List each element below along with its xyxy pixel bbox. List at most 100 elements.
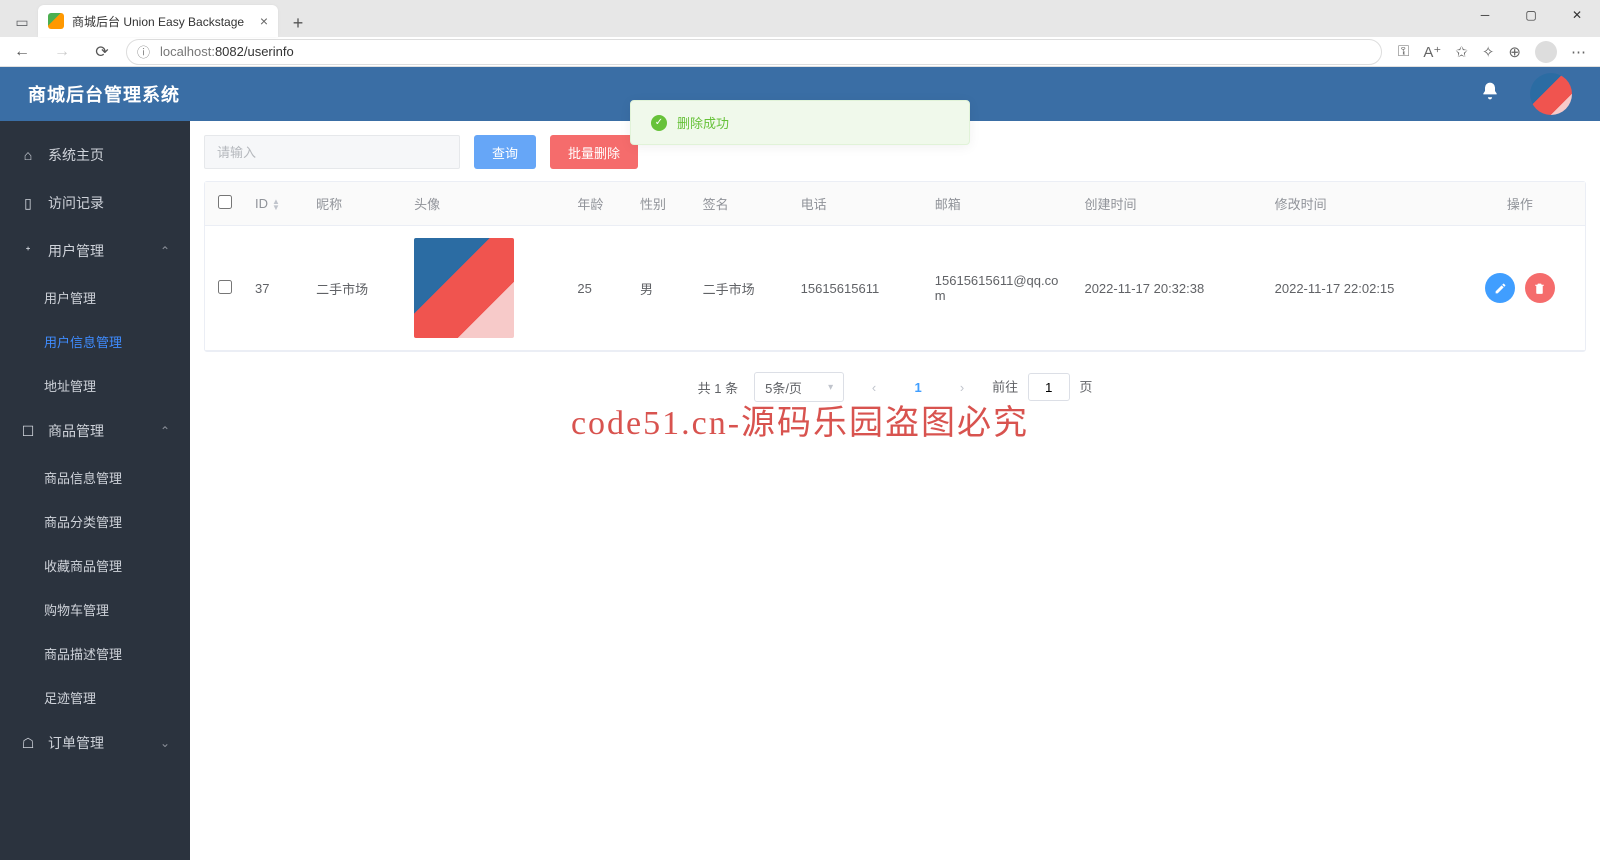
col-created: 创建时间 xyxy=(1074,182,1264,226)
cell-actions xyxy=(1455,226,1585,351)
key-icon[interactable]: ⚿ xyxy=(1398,43,1409,60)
table-header-row: ID▲▼ 昵称 头像 年龄 性别 签名 电话 邮箱 创建时间 修改时间 操作 xyxy=(205,182,1585,226)
bell-icon[interactable] xyxy=(1480,81,1500,107)
favicon-icon xyxy=(48,13,64,29)
col-avatar: 头像 xyxy=(404,182,567,226)
cart-icon: ☖ xyxy=(20,735,36,751)
url-path: /userinfo xyxy=(244,44,294,59)
sidebar-item-label: 订单管理 xyxy=(48,733,148,753)
window-maximize-button[interactable]: ▢ xyxy=(1508,0,1554,30)
cell-nickname: 二手市场 xyxy=(306,226,404,351)
sidebar-subitem-user-manage[interactable]: 用户管理 xyxy=(0,275,190,319)
next-page-button[interactable]: › xyxy=(948,373,976,401)
col-nickname: 昵称 xyxy=(306,182,404,226)
pagination: 共 1 条 5条/页 ▾ ‹ 1 › 前往 页 xyxy=(204,372,1586,402)
page-number-current[interactable]: 1 xyxy=(904,373,932,401)
read-aloud-icon[interactable]: A⁺ xyxy=(1423,43,1441,61)
search-input[interactable] xyxy=(204,135,460,169)
home-icon: ⌂ xyxy=(20,147,36,163)
browser-tab[interactable]: 商城后台 Union Easy Backstage × xyxy=(38,5,278,37)
col-signature: 签名 xyxy=(693,182,791,226)
sidebar-subitem-address[interactable]: 地址管理 xyxy=(0,363,190,407)
jump-input[interactable] xyxy=(1028,373,1070,401)
sidebar-item-users[interactable]: ᕀ 用户管理 ⌃ xyxy=(0,227,190,275)
sidebar-item-home[interactable]: ⌂ 系统主页 xyxy=(0,131,190,179)
sidebar-item-goods[interactable]: ☐ 商品管理 ⌃ xyxy=(0,407,190,455)
box-icon: ☐ xyxy=(20,423,36,439)
close-icon[interactable]: × xyxy=(260,13,268,29)
user-table: ID▲▼ 昵称 头像 年龄 性别 签名 电话 邮箱 创建时间 修改时间 操作 xyxy=(204,181,1586,352)
sidebar-item-visits[interactable]: ▯ 访问记录 xyxy=(0,179,190,227)
address-bar: ← → ⟳ ⓘ localhost:8082/userinfo ⚿ A⁺ ✩ ✧… xyxy=(0,37,1600,67)
col-email: 邮箱 xyxy=(925,182,1075,226)
profile-avatar-icon[interactable] xyxy=(1535,41,1557,63)
refresh-button[interactable]: ⟳ xyxy=(86,42,118,62)
toast-message: 删除成功 xyxy=(677,113,729,132)
sidebar-subitem-user-info[interactable]: 用户信息管理 xyxy=(0,319,190,363)
cell-modified: 2022-11-17 22:02:15 xyxy=(1265,226,1455,351)
book-icon: ▯ xyxy=(20,195,36,211)
pagination-total: 共 1 条 xyxy=(698,378,738,397)
sidebar: ⌂ 系统主页 ▯ 访问记录 ᕀ 用户管理 ⌃ 用户管理 用户信息管理 地址管理 … xyxy=(0,121,190,860)
sidebar-subitem-goods-track[interactable]: 足迹管理 xyxy=(0,675,190,719)
back-button[interactable]: ← xyxy=(6,43,38,61)
sidebar-subitem-goods-desc[interactable]: 商品描述管理 xyxy=(0,631,190,675)
tab-overview-icon[interactable]: ▭ xyxy=(6,7,38,37)
site-info-icon[interactable]: ⓘ xyxy=(137,42,150,61)
cell-signature: 二手市场 xyxy=(693,226,791,351)
avatar-image xyxy=(414,238,514,338)
forward-button: → xyxy=(46,43,78,61)
app-root: 商城后台管理系统 ⌂ 系统主页 ▯ 访问记录 ᕀ 用户管理 ⌃ 用户管理 用户信… xyxy=(0,67,1600,860)
browser-chrome: ▭ 商城后台 Union Easy Backstage × + ─ ▢ ✕ ← … xyxy=(0,0,1600,67)
sort-icon: ▲▼ xyxy=(272,199,280,211)
col-actions: 操作 xyxy=(1455,182,1585,226)
col-modified: 修改时间 xyxy=(1265,182,1455,226)
brand-title: 商城后台管理系统 xyxy=(28,81,180,107)
select-all-checkbox[interactable] xyxy=(218,195,232,209)
sidebar-item-orders[interactable]: ☖ 订单管理 ⌄ xyxy=(0,719,190,767)
url-input[interactable]: ⓘ localhost:8082/userinfo xyxy=(126,39,1382,65)
col-gender: 性别 xyxy=(630,182,693,226)
cell-created: 2022-11-17 20:32:38 xyxy=(1074,226,1264,351)
chevron-up-icon: ⌃ xyxy=(160,244,170,258)
tab-title: 商城后台 Union Easy Backstage xyxy=(72,13,252,30)
new-tab-button[interactable]: + xyxy=(284,9,312,37)
col-age: 年龄 xyxy=(567,182,630,226)
window-close-button[interactable]: ✕ xyxy=(1554,0,1600,30)
collections-icon[interactable]: ⊕ xyxy=(1508,43,1521,61)
success-toast: ✓ 删除成功 xyxy=(630,100,970,145)
select-all-cell xyxy=(205,182,245,226)
favorites-icon[interactable]: ✧ xyxy=(1482,43,1495,61)
sidebar-subitem-goods-info[interactable]: 商品信息管理 xyxy=(0,455,190,499)
window-minimize-button[interactable]: ─ xyxy=(1462,0,1508,30)
star-icon[interactable]: ✩ xyxy=(1455,43,1468,61)
url-host: localhost: xyxy=(160,44,215,59)
cell-email: 15615615611@qq.com xyxy=(925,226,1075,351)
batch-delete-button[interactable]: 批量删除 xyxy=(550,135,638,169)
cell-age: 25 xyxy=(567,226,630,351)
check-icon: ✓ xyxy=(651,115,667,131)
chevron-down-icon: ⌄ xyxy=(160,736,170,750)
prev-page-button[interactable]: ‹ xyxy=(860,373,888,401)
cell-gender: 男 xyxy=(630,226,693,351)
delete-button[interactable] xyxy=(1525,273,1555,303)
tab-bar: ▭ 商城后台 Union Easy Backstage × + ─ ▢ ✕ xyxy=(0,0,1600,37)
sidebar-subitem-goods-cat[interactable]: 商品分类管理 xyxy=(0,499,190,543)
edit-button[interactable] xyxy=(1485,273,1515,303)
row-checkbox[interactable] xyxy=(218,280,232,294)
search-button[interactable]: 查询 xyxy=(474,135,536,169)
cell-avatar xyxy=(404,226,567,351)
col-phone: 电话 xyxy=(791,182,925,226)
col-id[interactable]: ID▲▼ xyxy=(245,182,306,226)
table-row: 37 二手市场 25 男 二手市场 15615615611 1561561561… xyxy=(205,226,1585,351)
sidebar-subitem-goods-fav[interactable]: 收藏商品管理 xyxy=(0,543,190,587)
user-avatar[interactable] xyxy=(1530,73,1572,115)
user-icon: ᕀ xyxy=(20,243,36,259)
main-content: 查询 批量删除 ID▲▼ 昵称 头像 年龄 性别 签名 电话 邮箱 创建 xyxy=(190,121,1600,860)
menu-icon[interactable]: ⋯ xyxy=(1571,43,1586,61)
url-port: 8082 xyxy=(215,44,244,59)
chevron-down-icon: ▾ xyxy=(828,382,833,393)
page-size-select[interactable]: 5条/页 ▾ xyxy=(754,372,844,402)
sidebar-subitem-goods-cart[interactable]: 购物车管理 xyxy=(0,587,190,631)
sidebar-item-label: 系统主页 xyxy=(48,145,170,165)
